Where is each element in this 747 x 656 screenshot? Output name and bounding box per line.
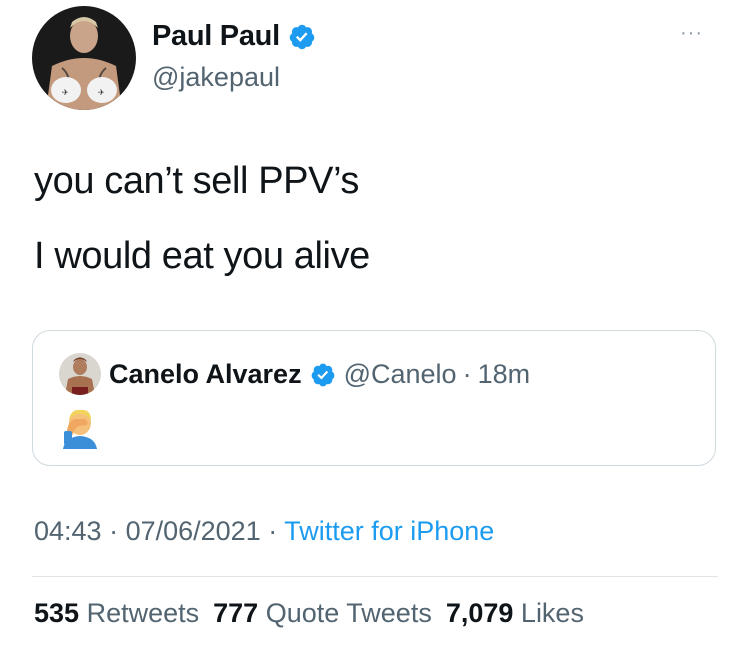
quoted-author-name[interactable]: Canelo Alvarez: [109, 359, 302, 390]
tweet-source-link[interactable]: Twitter for iPhone: [284, 516, 494, 546]
retweets-count: 535: [34, 598, 80, 628]
more-options-icon[interactable]: ···: [680, 22, 703, 45]
verified-badge-icon: [288, 23, 316, 51]
quoted-author-avatar: [59, 353, 101, 395]
likes-count: 7,079: [445, 598, 514, 628]
divider: [32, 576, 718, 577]
author-name[interactable]: Paul Paul: [152, 20, 280, 53]
facepalm-emoji-icon: [59, 405, 101, 449]
tweet-stats: 535 Retweets 777 Quote Tweets 7,079 Likes: [34, 598, 584, 629]
author-avatar[interactable]: ✈ ✈: [32, 6, 136, 110]
tweet-text-line-1: you can’t sell PPV’s: [34, 160, 360, 202]
quoted-tweet-header: Canelo Alvarez @Canelo · 18m: [109, 359, 530, 390]
likes-stat[interactable]: 7,079 Likes: [446, 598, 584, 628]
tweet-meta: 04:43 · 07/06/2021 · Twitter for iPhone: [34, 516, 494, 547]
quoted-timestamp[interactable]: 18m: [478, 359, 531, 390]
meta-separator: ·: [101, 516, 126, 546]
meta-separator: ·: [260, 516, 285, 546]
retweets-stat[interactable]: 535 Retweets: [34, 598, 199, 628]
svg-text:✈: ✈: [98, 88, 105, 97]
author-handle[interactable]: @jakepaul: [152, 62, 280, 93]
quote-tweets-stat[interactable]: 777 Quote Tweets: [213, 598, 432, 628]
tweet-text-line-2: I would eat you alive: [34, 235, 370, 277]
tweet-time[interactable]: 04:43: [34, 516, 102, 546]
quote-tweets-label: Quote Tweets: [265, 598, 432, 628]
verified-badge-icon: [310, 362, 336, 388]
quote-tweets-count: 777: [213, 598, 259, 628]
retweets-label: Retweets: [86, 598, 200, 628]
svg-text:✈: ✈: [62, 88, 69, 97]
author-name-row[interactable]: Paul Paul: [152, 20, 316, 53]
likes-label: Likes: [520, 598, 584, 628]
quoted-dot-separator: ·: [462, 359, 472, 389]
quoted-tweet-card[interactable]: Canelo Alvarez @Canelo · 18m: [32, 330, 716, 466]
quoted-author-handle: @Canelo: [343, 359, 457, 389]
tweet-date[interactable]: 07/06/2021: [126, 516, 261, 546]
